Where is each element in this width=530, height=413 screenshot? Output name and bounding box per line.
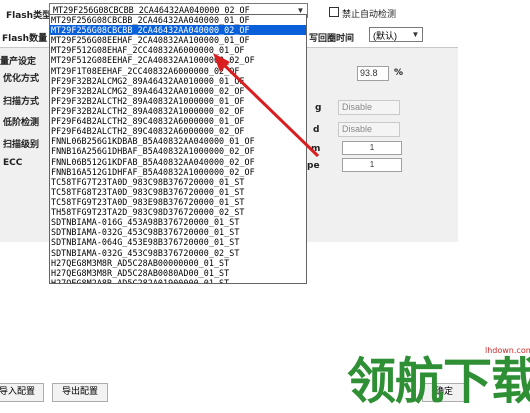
dropdown-option[interactable]: TH58TFG9T23TA2D_983C98D376720000_02_ST — [50, 207, 306, 217]
scan-level-label: 扫描级别 — [3, 140, 40, 150]
dropdown-option[interactable]: PF29F32B2ALCMG2_89A46432AA010000_01_OF — [50, 76, 306, 86]
partial-label-d: d — [313, 125, 320, 135]
low-level-check-label: 低阶检测 — [3, 118, 40, 128]
writeback-time-label: 写回圈时间 — [309, 34, 355, 44]
optimize-mode-label: 优化方式 — [3, 74, 40, 84]
writeback-time-combo[interactable]: (默认) ▼ — [369, 27, 423, 42]
dropdown-option[interactable]: SDTNBIAMA-064G_453E98B376720000_01_ST — [50, 237, 306, 247]
dropdown-option[interactable]: FNNL06B256G1KDBAB_B5A40832AA040000_01_OF — [50, 136, 306, 146]
dropdown-option[interactable]: PF29F32B2ALCTH2_89A40832A1000000_01_OF — [50, 96, 306, 106]
dropdown-option[interactable]: SDTNBIAMA-016G_453A98B376720000_01_ST — [50, 217, 306, 227]
percent-unit: % — [394, 68, 404, 78]
flash-type-dropdown-list[interactable]: MT29F256G08CBCBB_2CA46432AA040000_01_OF M… — [49, 14, 307, 284]
number-field-1[interactable]: 1 — [342, 141, 402, 155]
dropdown-option[interactable]: FNNB16A512G1DHFAF_B5A40832A1000000_02_OF — [50, 167, 306, 177]
dropdown-option[interactable]: PF29F64B2ALCTH2_89C40832A6000000_02_OF — [50, 126, 306, 136]
dropdown-option[interactable]: SDTNBIAMA-032G_453C98B376720000_02_ST — [50, 248, 306, 258]
watermark-logo: 领航下载 — [347, 353, 530, 410]
dropdown-option[interactable]: TC58TFG7T23TA0D_983C98B376720000_01_ST — [50, 177, 306, 187]
ecc-label: ECC — [3, 158, 23, 168]
dropdown-option[interactable]: TC58TFG8T23TA0D_983C98B376720000_01_ST — [50, 187, 306, 197]
writeback-time-value: (默认) — [373, 31, 397, 41]
number-field-2[interactable]: 1 — [342, 158, 402, 172]
dropdown-option[interactable]: MT29F256G08EEHAF_2CA40832AA100000_01_OF — [50, 35, 306, 45]
percent-input[interactable]: 93.8 — [357, 66, 389, 81]
partial-label-m: m — [311, 144, 321, 154]
disable-auto-detect-checkbox[interactable] — [329, 7, 339, 17]
disable-auto-detect-label: 禁止自动检测 — [342, 10, 397, 20]
dropdown-option[interactable]: SDTNBIAMA-032G_453C98B376720000_01_ST — [50, 227, 306, 237]
dropdown-option[interactable]: MT29F512G08EEHAF_2CA40832AA1000000_02_OF — [50, 55, 306, 65]
chevron-down-icon[interactable]: ▼ — [409, 28, 422, 41]
dropdown-option[interactable]: H27QEG8M3M8R_AD5C28AB00000000_01_ST — [50, 258, 306, 268]
dropdown-option[interactable]: FNNL06B512G1KDFAB_B5A40832AA040000_02_OF — [50, 157, 306, 167]
dropdown-option[interactable]: MT29F512G08EHAF_2CC40832A6000000_01_OF — [50, 45, 306, 55]
partial-label-g: g — [315, 103, 322, 113]
flash-type-label: Flash类型 — [6, 11, 52, 21]
dropdown-option[interactable]: PF29F32B2ALCMG2_89A46432AA010000_02_OF — [50, 86, 306, 96]
dropdown-option[interactable]: MT29F1T08EEHAF_2CC40832A6000000_02_OF — [50, 66, 306, 76]
dropdown-option[interactable]: MT29F256G08CBCBB_2CA46432AA040000_01_OF — [50, 15, 306, 25]
dropdown-option[interactable]: H27QEG8M3M8R_AD5C28AB0080AD00_01_ST — [50, 268, 306, 278]
disabled-select-2[interactable]: Disable — [338, 122, 400, 137]
dropdown-option[interactable]: PF29F64B2ALCTH2_89C40832A6000000_01_OF — [50, 116, 306, 126]
production-settings-label: 量产设定 — [0, 57, 37, 67]
import-config-button[interactable]: 导入配置 — [0, 383, 44, 402]
dropdown-option[interactable]: FNNB16A256G1DHBAF_B5A40832A1000000_02_OF — [50, 146, 306, 156]
dropdown-option[interactable]: PF29F32B2ALCTH2_89A40832A1000000_02_OF — [50, 106, 306, 116]
partial-label-pe: pe — [307, 161, 320, 171]
dropdown-option[interactable]: MT29F256G08CBCBB_2CA46432AA040000_02_OF — [50, 25, 306, 36]
dropdown-items: MT29F256G08CBCBB_2CA46432AA040000_01_OF M… — [50, 15, 306, 283]
disabled-select-1[interactable]: Disable — [338, 100, 400, 115]
scan-mode-label: 扫描方式 — [3, 97, 40, 107]
export-config-button[interactable]: 导出配置 — [52, 383, 108, 402]
dropdown-option[interactable]: TC58TFG9T23TA0D_983E98B376720000_01_ST — [50, 197, 306, 207]
dropdown-option[interactable]: H27QEG8M2A8R_AD5C282A01900000_01_ST — [50, 278, 306, 283]
flash-count-label: Flash数量 — [2, 34, 48, 44]
